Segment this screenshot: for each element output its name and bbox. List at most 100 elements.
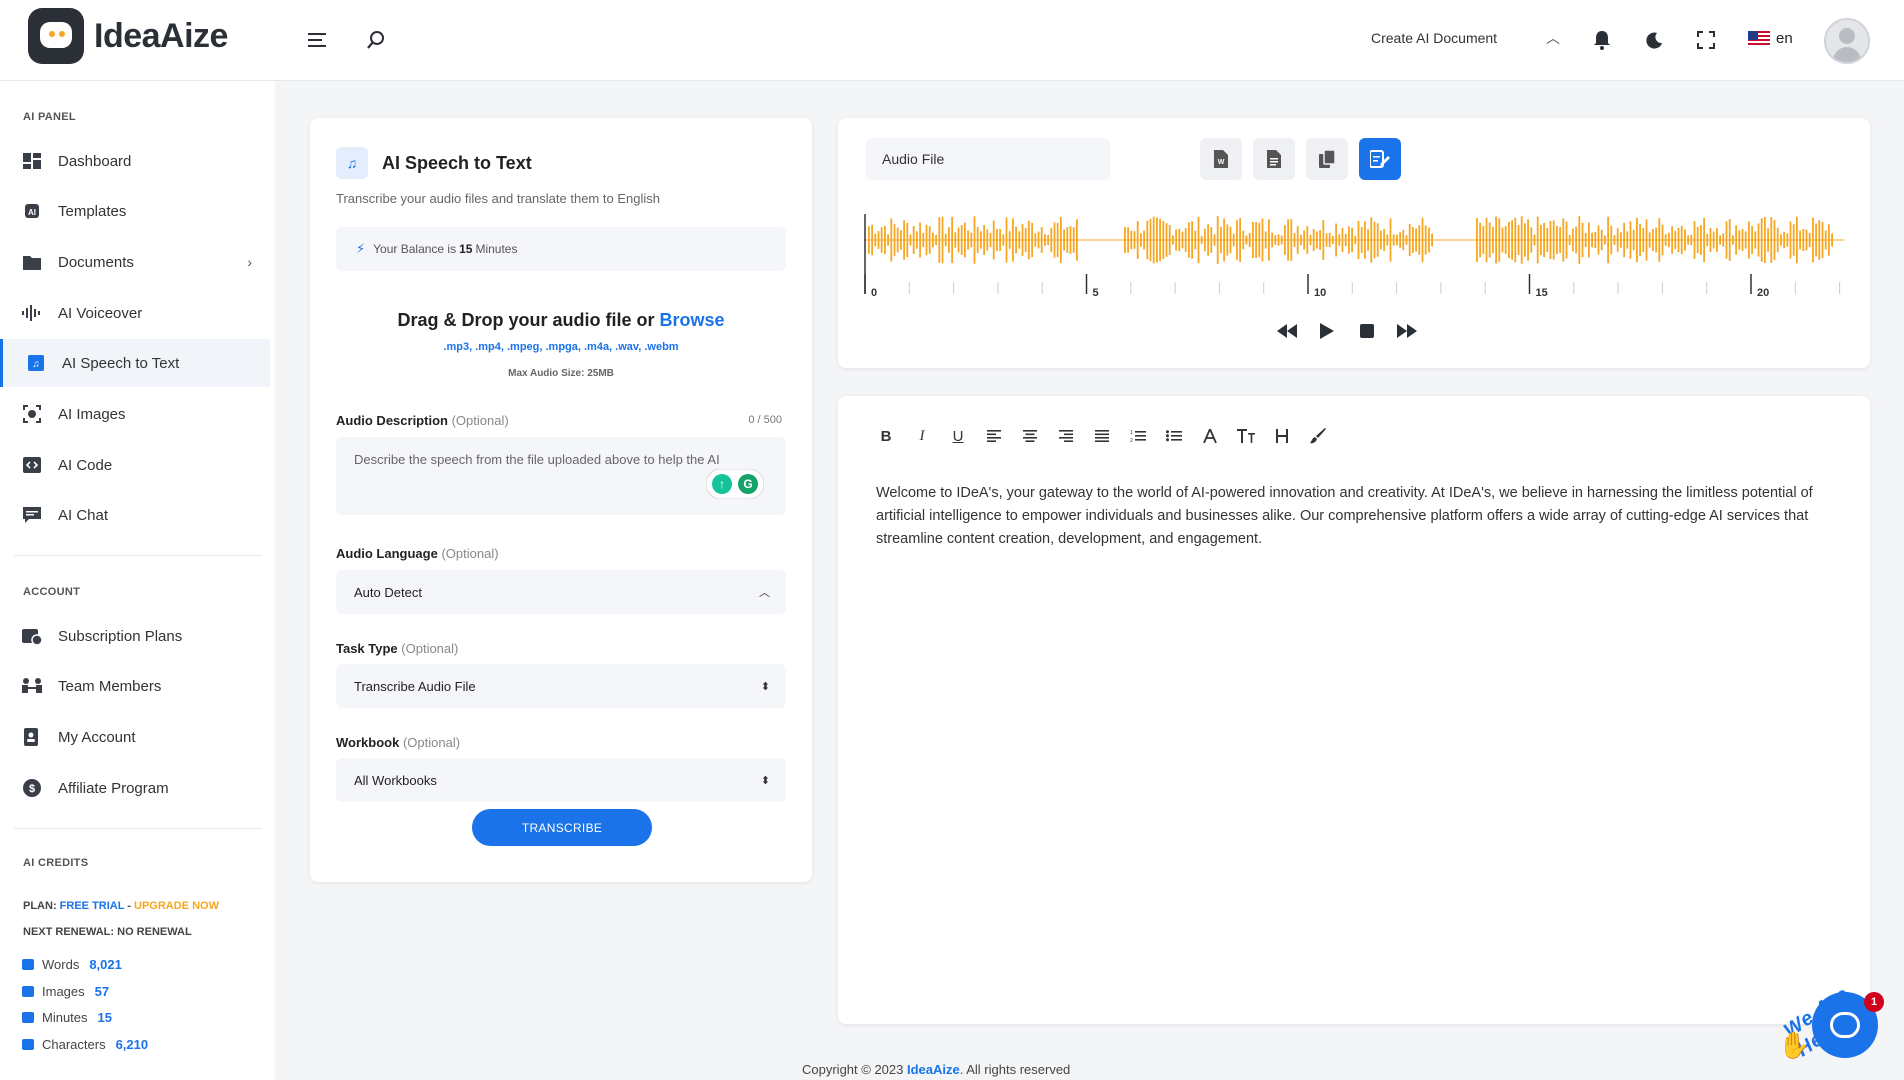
language-selector[interactable]: en [1748, 30, 1793, 47]
account-heading: ACCOUNT [23, 586, 81, 598]
card-title: AI Speech to Text [382, 152, 532, 173]
fast-forward-icon[interactable] [1396, 320, 1418, 342]
upgrade-now-link[interactable]: UPGRADE NOW [134, 900, 219, 912]
sidebar-item-ai-voiceover[interactable]: AI Voiceover [0, 289, 270, 337]
chat-widget[interactable]: We Are Here! ✋ 1 [1768, 950, 1904, 1080]
rewind-icon[interactable] [1276, 320, 1298, 342]
fullscreen-icon[interactable] [1694, 28, 1718, 52]
player-controls [1276, 320, 1418, 342]
timeline-tick-label: 10 [1314, 287, 1326, 298]
dashboard-icon [22, 151, 42, 171]
unordered-list-icon[interactable] [1156, 424, 1192, 448]
create-ai-document-button[interactable]: Create AI Document [1371, 30, 1497, 46]
top-header: IdeaAize Create AI Document ︿ en [0, 0, 1904, 81]
browse-link[interactable]: Browse [660, 310, 725, 330]
workbook-label: Workbook (Optional) [336, 735, 461, 750]
description-counter: 0 / 500 [748, 414, 782, 426]
sidebar-item-label: Dashboard [58, 152, 132, 170]
sidebar-item-label: AI Speech to Text [62, 354, 180, 372]
word-download-icon[interactable]: W [1200, 138, 1242, 180]
sidebar-item-documents[interactable]: Documents › [0, 238, 270, 286]
sidebar-item-ai-images[interactable]: AI Images [0, 390, 270, 438]
underline-button[interactable]: U [940, 424, 976, 448]
logo-icon [28, 8, 84, 64]
sidebar-item-subscription-plans[interactable]: Subscription Plans [0, 612, 270, 660]
italic-button[interactable]: I [904, 424, 940, 448]
footer-brand-link[interactable]: IdeaAize [907, 1062, 960, 1077]
svg-text:AI: AI [28, 208, 36, 217]
align-center-icon[interactable] [1012, 424, 1048, 448]
footer-copyright: Copyright © 2023 IdeaAize. All rights re… [802, 1062, 1071, 1077]
words-icon [22, 959, 34, 970]
align-right-icon[interactable] [1048, 424, 1084, 448]
credit-words: Words 8,021 [22, 957, 122, 972]
align-left-icon[interactable] [976, 424, 1012, 448]
sidebar-item-label: AI Chat [58, 506, 109, 524]
sidebar-item-templates[interactable]: AI Templates [0, 187, 270, 235]
chat-bubble-icon [1830, 1012, 1860, 1038]
bell-icon[interactable] [1590, 28, 1614, 52]
svg-text:W: W [1218, 159, 1225, 166]
audio-file-icon: ♫ [336, 147, 368, 179]
editor-toolbar: B I U 12 [868, 424, 1336, 448]
sidebar-item-ai-chat[interactable]: AI Chat [0, 491, 270, 539]
brand-logo[interactable]: IdeaAize [28, 8, 228, 64]
waveform-icon [22, 303, 42, 323]
bold-button[interactable]: B [868, 424, 904, 448]
font-size-icon[interactable] [1228, 424, 1264, 448]
task-type-select[interactable]: Transcribe Audio File ⬍ [336, 664, 786, 708]
drop-zone[interactable]: Drag & Drop your audio file or Browse [310, 310, 812, 331]
svg-text:$: $ [29, 783, 35, 795]
renewal-info: NEXT RENEWAL: NO RENEWAL [23, 926, 192, 938]
svg-text:♫: ♫ [32, 359, 40, 370]
sidebar-item-ai-speech-to-text[interactable]: ♫ AI Speech to Text [0, 339, 270, 387]
plan-info: PLAN: FREE TRIAL - UPGRADE NOW [23, 900, 219, 912]
chat-unread-badge: 1 [1864, 992, 1884, 1012]
sidebar-item-label: Affiliate Program [58, 779, 169, 797]
sidebar-item-my-account[interactable]: My Account [0, 713, 270, 761]
sidebar-item-ai-code[interactable]: AI Code [0, 441, 270, 489]
sort-arrows-icon: ⬍ [760, 680, 770, 693]
copy-icon[interactable] [1306, 138, 1348, 180]
text-file-icon[interactable] [1253, 138, 1295, 180]
font-color-icon[interactable] [1192, 424, 1228, 448]
brush-icon[interactable] [1300, 424, 1336, 448]
transcribe-button[interactable]: TRANSCRIBE [472, 809, 652, 846]
waving-hand-icon: ✋ [1778, 1030, 1811, 1060]
play-icon[interactable] [1316, 320, 1338, 342]
audio-description-textarea[interactable]: Describe the speech from the file upload… [336, 437, 786, 515]
user-avatar[interactable] [1824, 18, 1870, 64]
characters-icon [22, 1039, 34, 1050]
task-type-label: Task Type (Optional) [336, 641, 459, 656]
speech-to-text-card: ♫ AI Speech to Text Transcribe your audi… [310, 118, 812, 882]
sidebar-item-team-members[interactable]: Team Members [0, 662, 270, 710]
ai-panel-heading: AI PANEL [23, 111, 76, 123]
minutes-icon [22, 1012, 34, 1023]
search-icon[interactable] [364, 28, 388, 52]
sidebar-divider [14, 828, 262, 829]
edit-document-icon[interactable] [1359, 138, 1401, 180]
transcript-text[interactable]: Welcome to IDeA's, your gateway to the w… [876, 482, 1816, 551]
timeline-tick-label: 20 [1757, 287, 1769, 298]
audio-waveform[interactable]: 0 5 10 15 20 [864, 214, 1844, 298]
sidebar-divider [14, 555, 262, 556]
audio-language-select[interactable]: Auto Detect ︿ [336, 570, 786, 614]
align-justify-icon[interactable] [1084, 424, 1120, 448]
timeline-tick-label: 5 [1093, 287, 1099, 298]
workbook-select[interactable]: All Workbooks ⬍ [336, 758, 786, 802]
heading-icon[interactable] [1264, 424, 1300, 448]
chat-icon [22, 505, 42, 525]
balance-info: ⚡ Your Balance is 15 Minutes [336, 227, 786, 271]
sidebar-item-affiliate-program[interactable]: $ Affiliate Program [0, 764, 270, 812]
chevron-up-icon[interactable]: ︿ [1546, 28, 1560, 48]
ordered-list-icon[interactable]: 12 [1120, 424, 1156, 448]
chevron-right-icon: › [247, 254, 252, 270]
grammarly-icon[interactable]: ↑ G [706, 469, 764, 499]
stop-icon[interactable] [1356, 320, 1378, 342]
dollar-icon: $ [22, 778, 42, 798]
sort-arrows-icon: ⬍ [760, 774, 770, 787]
menu-toggle-icon[interactable] [306, 28, 330, 52]
sidebar-item-dashboard[interactable]: Dashboard [0, 137, 270, 185]
dark-mode-icon[interactable] [1642, 28, 1666, 52]
code-icon [22, 455, 42, 475]
